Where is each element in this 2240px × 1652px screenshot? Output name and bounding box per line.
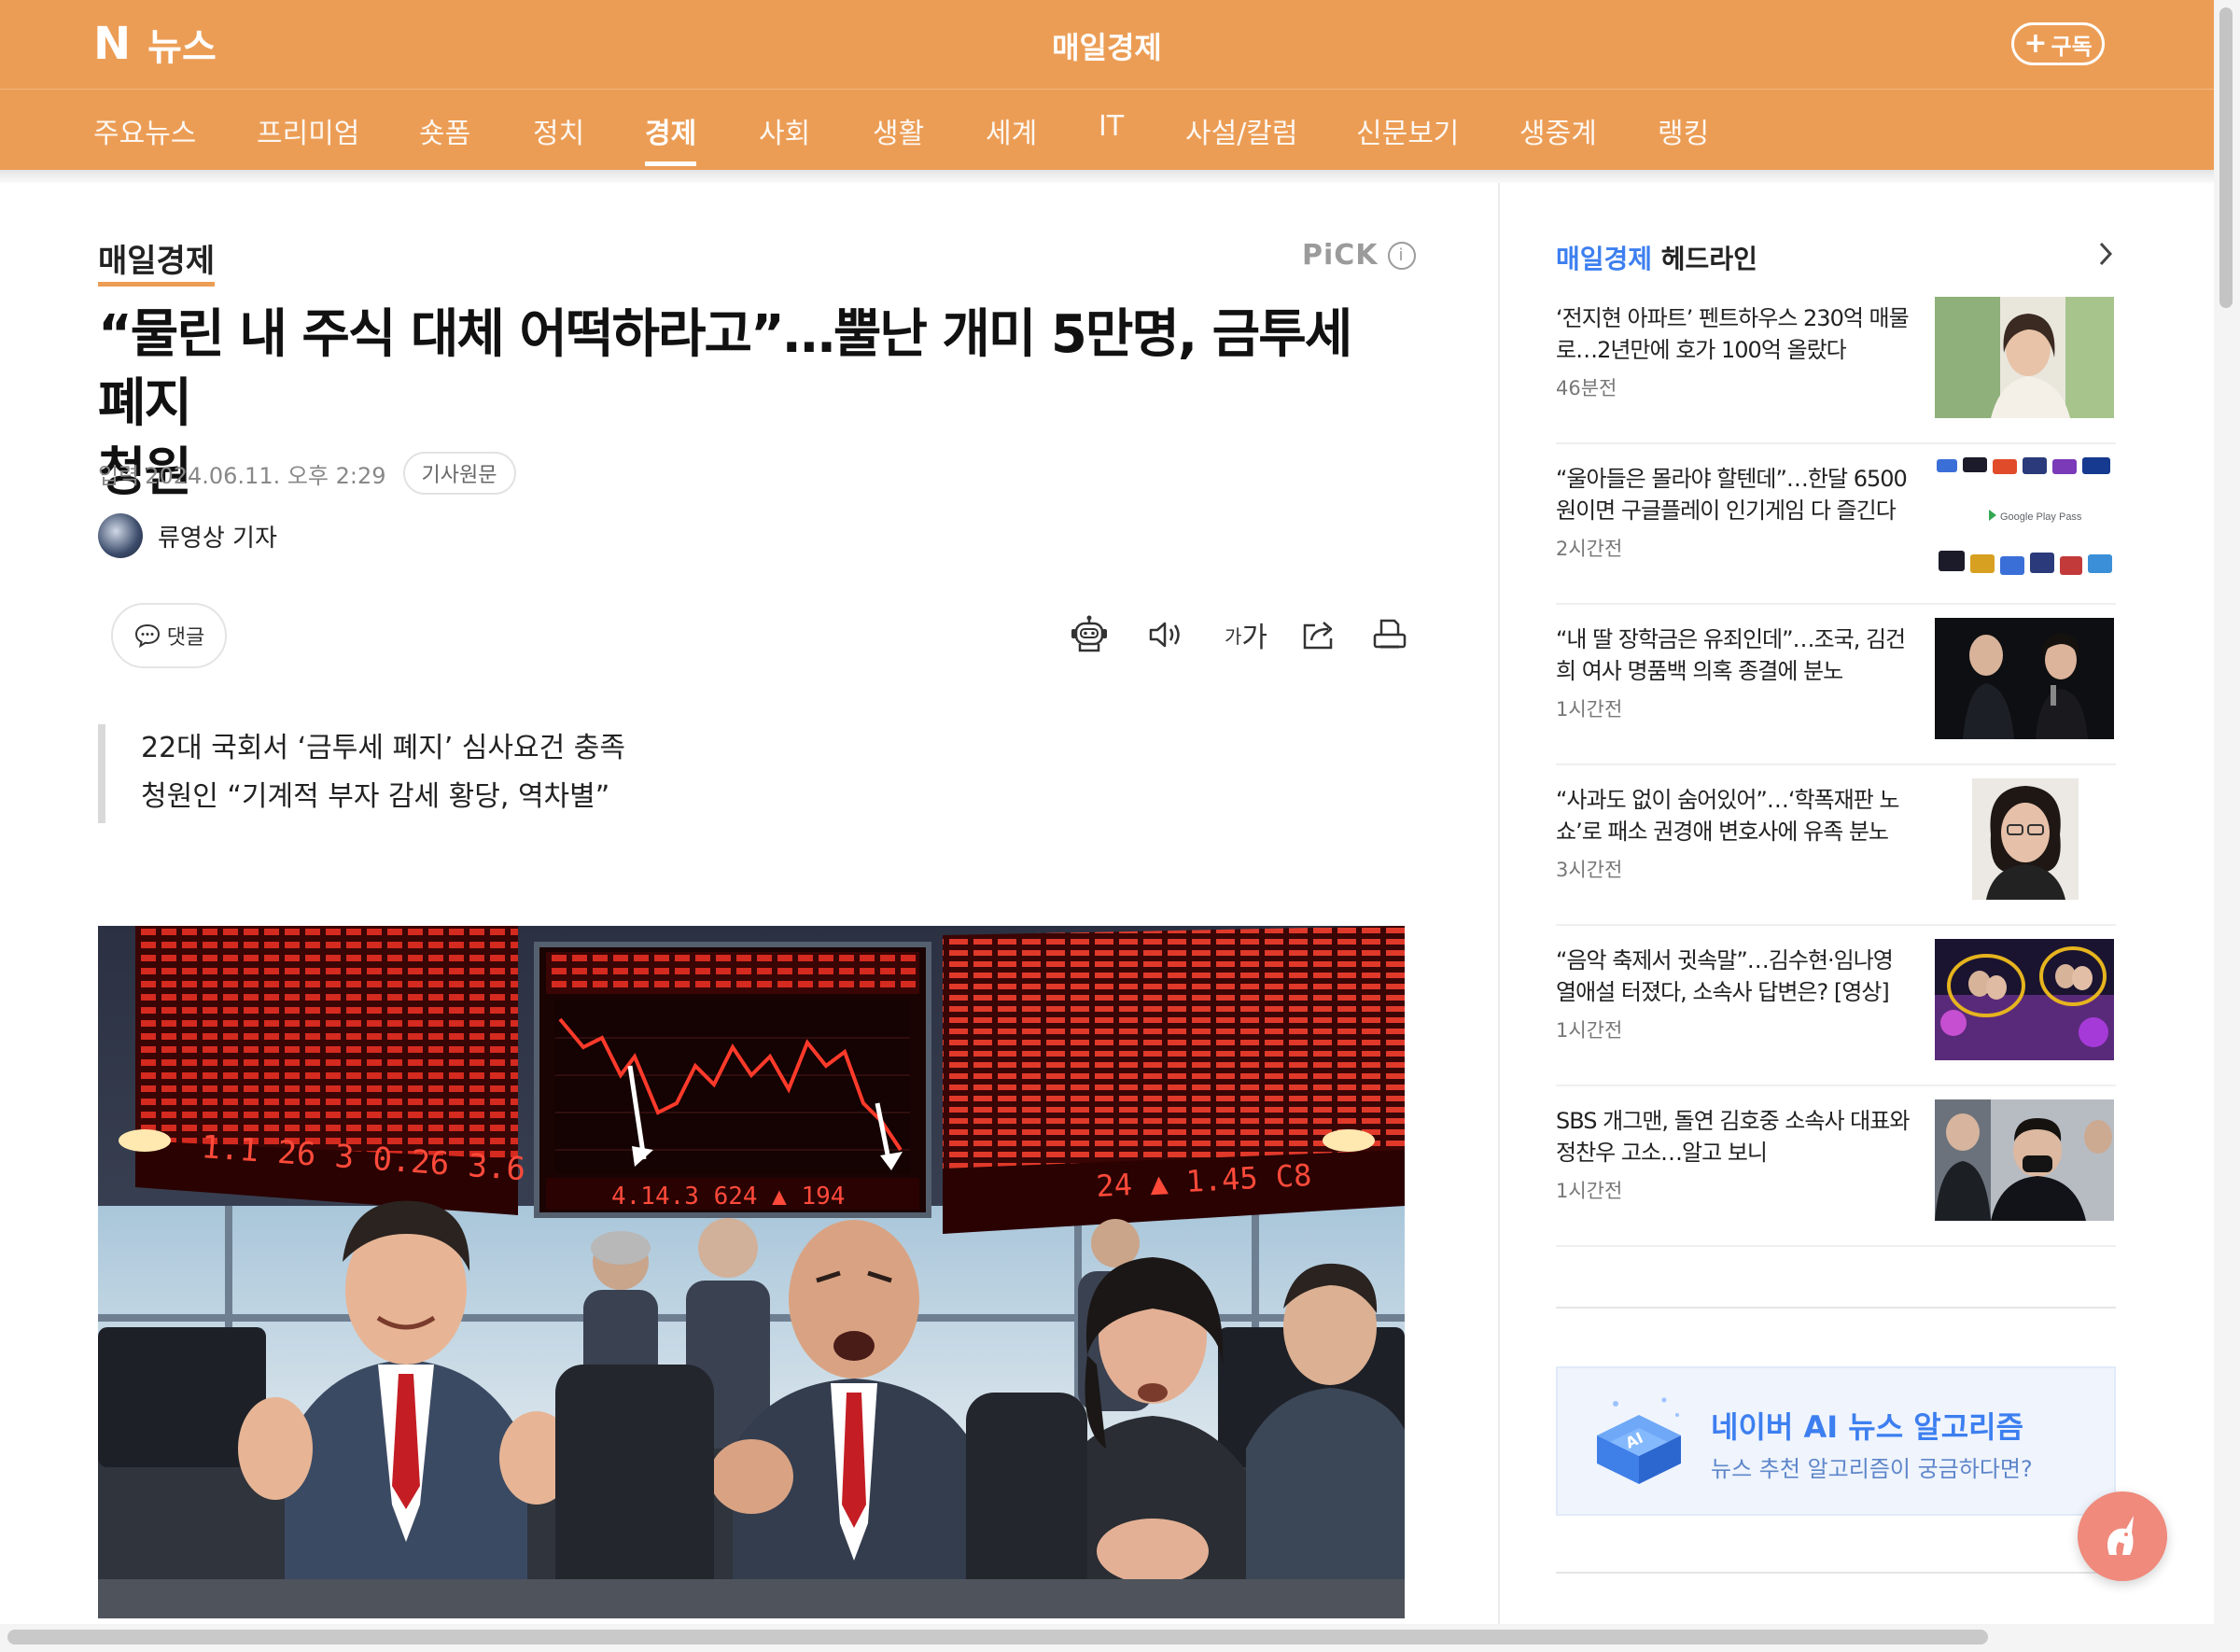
- headline-title: SBS 개그맨, 돌연 김호중 소속사 대표와 정찬우 고소…알고 보니: [1556, 1108, 1910, 1166]
- horizontal-scrollbar-thumb[interactable]: [7, 1630, 1988, 1645]
- speaker-icon[interactable]: [1145, 614, 1186, 655]
- comment-button[interactable]: 댓글: [111, 603, 227, 668]
- naver-news-page: N 뉴스 매일경제 + 구독 주요뉴스 프리미엄 숏폼 정치 경제 사회 생활 …: [0, 0, 2240, 1652]
- sidebar-divider: [1556, 1307, 2116, 1309]
- nav-item-editorial[interactable]: 사설/칼럼: [1185, 110, 1298, 151]
- share-icon[interactable]: [1298, 614, 1339, 655]
- nav-item-society[interactable]: 사회: [759, 110, 810, 151]
- ai-banner-subtitle: 뉴스 추천 알고리즘이 궁금하다면?: [1711, 1456, 2033, 1482]
- headline-title: “사과도 없이 숨어있어”…‘학폭재판 노쇼’로 패소 권경애 변호사에 유족 …: [1556, 787, 1900, 845]
- nav-item-world[interactable]: 세계: [986, 110, 1037, 151]
- font-size-large: 가: [1241, 622, 1267, 654]
- headline-thumbnail: [1935, 297, 2114, 418]
- article-photo[interactable]: 1.1 26 3 0.26 3.6 24 ▲ 1.45 C8 4.14.3 62…: [98, 926, 1405, 1618]
- reporter-name: 류영상 기자: [158, 524, 277, 553]
- floating-action-button[interactable]: [2078, 1491, 2167, 1581]
- headline-time: 1시간전: [1556, 1180, 1623, 1202]
- headline-time: 2시간전: [1556, 538, 1623, 560]
- sidebar-divider: [1556, 1572, 2116, 1574]
- article-summary: 22대 국회서 ‘금투세 폐지’ 심사요건 충족 청원인 “기계적 부자 감세 …: [98, 724, 938, 823]
- press-title[interactable]: 매일경제: [0, 24, 2214, 67]
- headline-thumbnail: [1935, 939, 2114, 1060]
- headline-item[interactable]: ‘전지현 아파트’ 펜트하우스 230억 매물로…2년만에 호가 100억 올랐…: [1556, 284, 2116, 444]
- nav-item-shortform[interactable]: 숏폼: [419, 110, 470, 151]
- subscribe-button[interactable]: + 구독: [2011, 22, 2105, 65]
- headline-press-name: 매일경제: [1556, 244, 1653, 274]
- pick-label: PiCK: [1302, 239, 1379, 272]
- nav-item-live[interactable]: 생중계: [1519, 110, 1597, 151]
- headline-thumbnail: [1935, 1099, 2114, 1221]
- dateline: 입력 2024.06.11. 오후 2:29 기사원문: [98, 452, 516, 495]
- headline-title: “내 딸 장학금은 유죄인데”…조국, 김건희 여사 명품백 의혹 종결에 분노: [1556, 626, 1906, 684]
- summary-line-2: 청원인 “기계적 부자 감세 황당, 역차별”: [141, 780, 610, 813]
- header-shadow: [0, 170, 2214, 183]
- chevron-right-icon[interactable]: [2097, 241, 2114, 274]
- date-label: 입력: [98, 462, 140, 489]
- headline-item[interactable]: “내 딸 장학금은 유죄인데”…조국, 김건희 여사 명품백 의혹 종결에 분노…: [1556, 605, 2116, 765]
- headline-item[interactable]: “울아들은 몰라야 할텐데”…한달 6500원이면 구글플레이 인기게임 다 즐…: [1556, 444, 2116, 605]
- headline-title: “울아들은 몰라야 할텐데”…한달 6500원이면 구글플레이 인기게임 다 즐…: [1556, 466, 1908, 524]
- ai-banner-title: 네이버 AI 뉴스 알고리즘: [1711, 1409, 2024, 1445]
- info-icon[interactable]: i: [1387, 241, 1416, 270]
- reporter[interactable]: 류영상 기자: [98, 513, 277, 558]
- article-press-name[interactable]: 매일경제: [98, 235, 216, 287]
- ai-cube-icon: AI: [1588, 1387, 1690, 1499]
- column-divider: [1498, 183, 1500, 1624]
- original-article-button[interactable]: 기사원문: [402, 452, 516, 495]
- headline-title-suffix: 헤드라인: [1660, 244, 1757, 274]
- headline-line-1: “물린 내 주식 대체 어떡하라고”…뿔난 개미 5만명, 금투세 폐지: [98, 304, 1352, 434]
- top-bar: N 뉴스 매일경제 + 구독: [0, 0, 2214, 89]
- headline-thumbnail: Google Play Pass: [1935, 457, 2114, 579]
- pick-badge[interactable]: PiCK i: [1302, 239, 1416, 272]
- headline-time: 1시간전: [1556, 698, 1623, 721]
- nav-item-ranking[interactable]: 랭킹: [1658, 110, 1709, 151]
- unicorn-icon: [2107, 1516, 2134, 1555]
- vertical-scrollbar-thumb[interactable]: [2219, 7, 2233, 308]
- thumb-google-play-text: Google Play Pass: [2000, 511, 2082, 523]
- headline-item[interactable]: “음악 축제서 귓속말”…김수현·임나영 열애설 터졌다, 소속사 답변은? […: [1556, 926, 2116, 1086]
- headline-title: ‘전지현 아파트’ 펜트하우스 230억 매물로…2년만에 호가 100억 올랐…: [1556, 305, 1910, 363]
- headline-thumbnail: [1935, 618, 2114, 739]
- font-size-small: 가: [1224, 624, 1242, 648]
- headline-time: 46분전: [1556, 377, 1617, 399]
- print-icon[interactable]: [1369, 614, 1410, 655]
- speech-bubble-icon: [134, 623, 160, 649]
- stock-market-illustration: 1.1 26 3 0.26 3.6 24 ▲ 1.45 C8 4.14.3 62…: [98, 926, 1405, 1618]
- nav-item-life[interactable]: 생활: [873, 110, 924, 151]
- headline-title: “음악 축제서 귓속말”…김수현·임나영 열애설 터졌다, 소속사 답변은? […: [1556, 947, 1894, 1005]
- reporter-avatar: [98, 513, 143, 558]
- headline-item[interactable]: SBS 개그맨, 돌연 김호중 소속사 대표와 정찬우 고소…알고 보니 1시간…: [1556, 1086, 2116, 1247]
- press-headline-title[interactable]: 매일경제 헤드라인: [1556, 239, 1757, 276]
- nav-item-newspaper[interactable]: 신문보기: [1356, 110, 1459, 151]
- summary-line-1: 22대 국회서 ‘금투세 폐지’ 심사요건 충족: [141, 732, 625, 764]
- center-board-text: 4.14.3 624 ▲ 194: [611, 1183, 845, 1211]
- category-nav: 주요뉴스 프리미엄 숏폼 정치 경제 사회 생활 세계 IT 사설/칼럼 신문보…: [0, 89, 2214, 170]
- header: N 뉴스 매일경제 + 구독 주요뉴스 프리미엄 숏폼 정치 경제 사회 생활 …: [0, 0, 2214, 170]
- robot-summary-icon[interactable]: [1069, 614, 1110, 655]
- ai-algorithm-banner[interactable]: AI 네이버 AI 뉴스 알고리즘 뉴스 추천 알고리즘이 궁금하다면?: [1556, 1366, 2116, 1516]
- plus-icon: +: [2023, 27, 2048, 60]
- comment-label: 댓글: [166, 626, 205, 650]
- nav-item-premium[interactable]: 프리미엄: [257, 110, 359, 151]
- nav-item-politics[interactable]: 정치: [533, 110, 584, 151]
- headline-item[interactable]: “사과도 없이 숨어있어”…‘학폭재판 노쇼’로 패소 권경애 변호사에 유족 …: [1556, 765, 2116, 926]
- nav-item-economy[interactable]: 경제: [645, 110, 697, 166]
- headline-time: 1시간전: [1556, 1019, 1623, 1042]
- nav-item-it[interactable]: IT: [1099, 110, 1124, 143]
- publish-date: 2024.06.11. 오후 2:29: [145, 462, 386, 489]
- nav-item-main[interactable]: 주요뉴스: [93, 110, 196, 151]
- font-size-icon[interactable]: 가가: [1220, 614, 1272, 655]
- headline-thumbnail: [1935, 778, 2114, 900]
- subscribe-label: 구독: [2051, 33, 2093, 60]
- headline-time: 3시간전: [1556, 859, 1623, 881]
